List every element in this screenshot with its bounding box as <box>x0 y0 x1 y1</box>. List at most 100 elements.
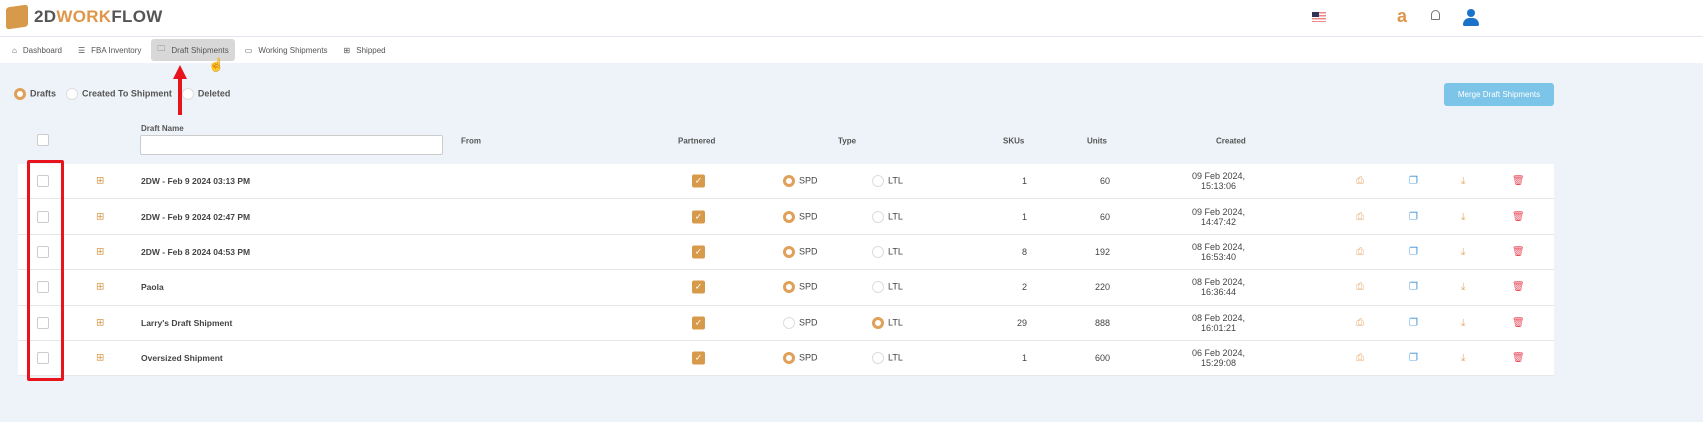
type-ltl-radio[interactable]: LTL <box>872 245 903 258</box>
copy-icon[interactable]: ❐ <box>1409 317 1418 328</box>
print-icon[interactable]: ⎙ <box>1356 353 1364 364</box>
type-label: SPD <box>799 281 818 292</box>
bell-icon[interactable] <box>1431 10 1440 20</box>
filter-deleted[interactable]: Deleted <box>181 88 231 100</box>
created-value: 08 Feb 2024, 16:01:21 <box>1191 312 1246 333</box>
print-icon[interactable]: ⎙ <box>1356 282 1364 293</box>
grid-icon[interactable]: ⊞ <box>96 246 104 257</box>
nav-label: FBA Inventory <box>91 45 142 55</box>
download-icon[interactable]: ⤓ <box>1461 353 1465 364</box>
copy-icon[interactable]: ❐ <box>1409 176 1418 187</box>
partnered-checkbox[interactable]: ✓ <box>692 316 705 330</box>
type-ltl-radio[interactable]: LTL <box>872 281 903 294</box>
nav-fba-inventory[interactable]: ☰ FBA Inventory <box>72 42 147 59</box>
created-value: 09 Feb 2024, 15:13:06 <box>1191 171 1246 192</box>
type-spd-radio[interactable]: SPD <box>783 316 818 329</box>
nav-dashboard[interactable]: ⌂ Dashboard <box>6 42 68 59</box>
type-ltl-radio[interactable]: LTL <box>872 316 903 329</box>
filter-label: Deleted <box>197 88 231 99</box>
download-icon[interactable]: ⤓ <box>1461 211 1465 222</box>
delete-icon[interactable]: 🗑 <box>1512 246 1525 257</box>
type-label: SPD <box>799 317 818 328</box>
print-icon[interactable]: ⎙ <box>1356 176 1364 187</box>
draft-name[interactable]: Larry's Draft Shipment <box>141 318 232 328</box>
partnered-checkbox[interactable]: ✓ <box>692 280 705 294</box>
draft-name[interactable]: 2DW - Feb 9 2024 02:47 PM <box>141 212 250 222</box>
amazon-icon[interactable]: a <box>1397 6 1407 27</box>
grid-icon[interactable]: ⊞ <box>96 176 104 187</box>
filter-created-to-shipment[interactable]: Created To Shipment <box>66 88 172 100</box>
type-spd-radio[interactable]: SPD <box>783 175 818 188</box>
copy-icon[interactable]: ❐ <box>1409 353 1418 364</box>
skus-value: 1 <box>1021 353 1027 364</box>
delete-icon[interactable]: 🗑 <box>1512 317 1525 328</box>
nav-shipped[interactable]: ⊞ Shipped <box>338 42 392 59</box>
grid-icon[interactable]: ⊞ <box>96 211 104 222</box>
delete-icon[interactable]: 🗑 <box>1512 211 1525 222</box>
download-icon[interactable]: ⤓ <box>1461 317 1465 328</box>
type-spd-radio[interactable]: SPD <box>783 281 818 294</box>
folder-icon: 🗀 <box>157 44 166 53</box>
download-icon[interactable]: ⤓ <box>1461 282 1465 293</box>
filter-drafts[interactable]: Drafts <box>14 88 56 100</box>
logo-text: 2D <box>34 7 57 26</box>
radio[interactable] <box>66 88 79 100</box>
table-row[interactable]: ⊞ 2DW - Feb 9 2024 03:13 PM ✓ SPD LTL 1 … <box>18 164 1554 200</box>
us-flag-icon[interactable] <box>1312 12 1326 22</box>
logo[interactable]: 2DWORKFLOW <box>6 4 163 30</box>
type-ltl-radio[interactable]: LTL <box>872 175 903 188</box>
delete-icon[interactable]: 🗑 <box>1512 282 1525 293</box>
partnered-checkbox[interactable]: ✓ <box>692 174 705 188</box>
grid-icon[interactable]: ⊞ <box>96 282 104 293</box>
partnered-checkbox[interactable]: ✓ <box>692 210 705 224</box>
grid-icon[interactable]: ⊞ <box>96 317 104 328</box>
copy-icon[interactable]: ❐ <box>1409 211 1418 222</box>
type-ltl-radio[interactable]: LTL <box>872 210 903 223</box>
print-icon[interactable]: ⎙ <box>1356 211 1364 222</box>
type-spd-radio[interactable]: SPD <box>783 210 818 223</box>
created-value: 08 Feb 2024, 16:53:40 <box>1191 241 1246 262</box>
grid-icon[interactable]: ⊞ <box>96 353 104 364</box>
copy-icon[interactable]: ❐ <box>1409 246 1418 257</box>
skus-value: 29 <box>1016 317 1027 328</box>
table-row[interactable]: ⊞ 2DW - Feb 9 2024 02:47 PM ✓ SPD LTL 1 … <box>18 199 1554 235</box>
radio[interactable] <box>14 88 26 100</box>
draft-name[interactable]: Paola <box>141 282 164 292</box>
user-icon[interactable] <box>1463 9 1479 29</box>
col-units: Units <box>1087 136 1107 146</box>
merge-draft-shipments-button[interactable]: Merge Draft Shipments <box>1444 83 1554 106</box>
draft-name-filter-input[interactable] <box>140 135 443 155</box>
nav-working-shipments[interactable]: ▭ Working Shipments <box>239 42 334 59</box>
table-row[interactable]: ⊞ Oversized Shipment ✓ SPD LTL 1 600 06 … <box>18 340 1554 377</box>
draft-name[interactable]: Oversized Shipment <box>141 353 223 363</box>
col-partnered: Partnered <box>678 136 716 146</box>
main-nav: ⌂ Dashboard ☰ FBA Inventory 🗀 Draft Shipmen… <box>0 37 1703 63</box>
units-value: 60 <box>1099 211 1110 222</box>
box-logo-icon <box>6 4 28 30</box>
filter-label: Created To Shipment <box>82 88 172 99</box>
download-icon[interactable]: ⤓ <box>1461 246 1465 257</box>
type-ltl-radio[interactable]: LTL <box>872 352 903 365</box>
select-all-checkbox[interactable] <box>37 134 49 146</box>
table-row[interactable]: ⊞ Larry's Draft Shipment ✓ SPD LTL 29 88… <box>18 305 1554 341</box>
type-spd-radio[interactable]: SPD <box>783 352 818 365</box>
copy-icon[interactable]: ❐ <box>1409 282 1418 293</box>
print-icon[interactable]: ⎙ <box>1356 246 1364 257</box>
draft-name[interactable]: 2DW - Feb 9 2024 03:13 PM <box>141 176 250 186</box>
print-icon[interactable]: ⎙ <box>1356 317 1364 328</box>
type-spd-radio[interactable]: SPD <box>783 245 818 258</box>
delete-icon[interactable]: 🗑 <box>1512 176 1525 187</box>
units-value: 600 <box>1094 353 1110 364</box>
download-icon[interactable]: ⤓ <box>1461 176 1465 187</box>
annotation-highlight-box <box>27 160 64 381</box>
nav-label: Dashboard <box>22 45 62 55</box>
skus-value: 1 <box>1021 176 1027 187</box>
partnered-checkbox[interactable]: ✓ <box>692 351 705 365</box>
table-row[interactable]: ⊞ 2DW - Feb 8 2024 04:53 PM ✓ SPD LTL 8 … <box>18 234 1554 271</box>
table-row[interactable]: ⊞ Paola ✓ SPD LTL 2 220 08 Feb 2024, 16:… <box>18 270 1554 306</box>
draft-name[interactable]: 2DW - Feb 8 2024 04:53 PM <box>141 247 250 257</box>
units-value: 60 <box>1099 176 1110 187</box>
col-created: Created <box>1216 136 1246 146</box>
delete-icon[interactable]: 🗑 <box>1512 353 1525 364</box>
partnered-checkbox[interactable]: ✓ <box>692 245 705 259</box>
